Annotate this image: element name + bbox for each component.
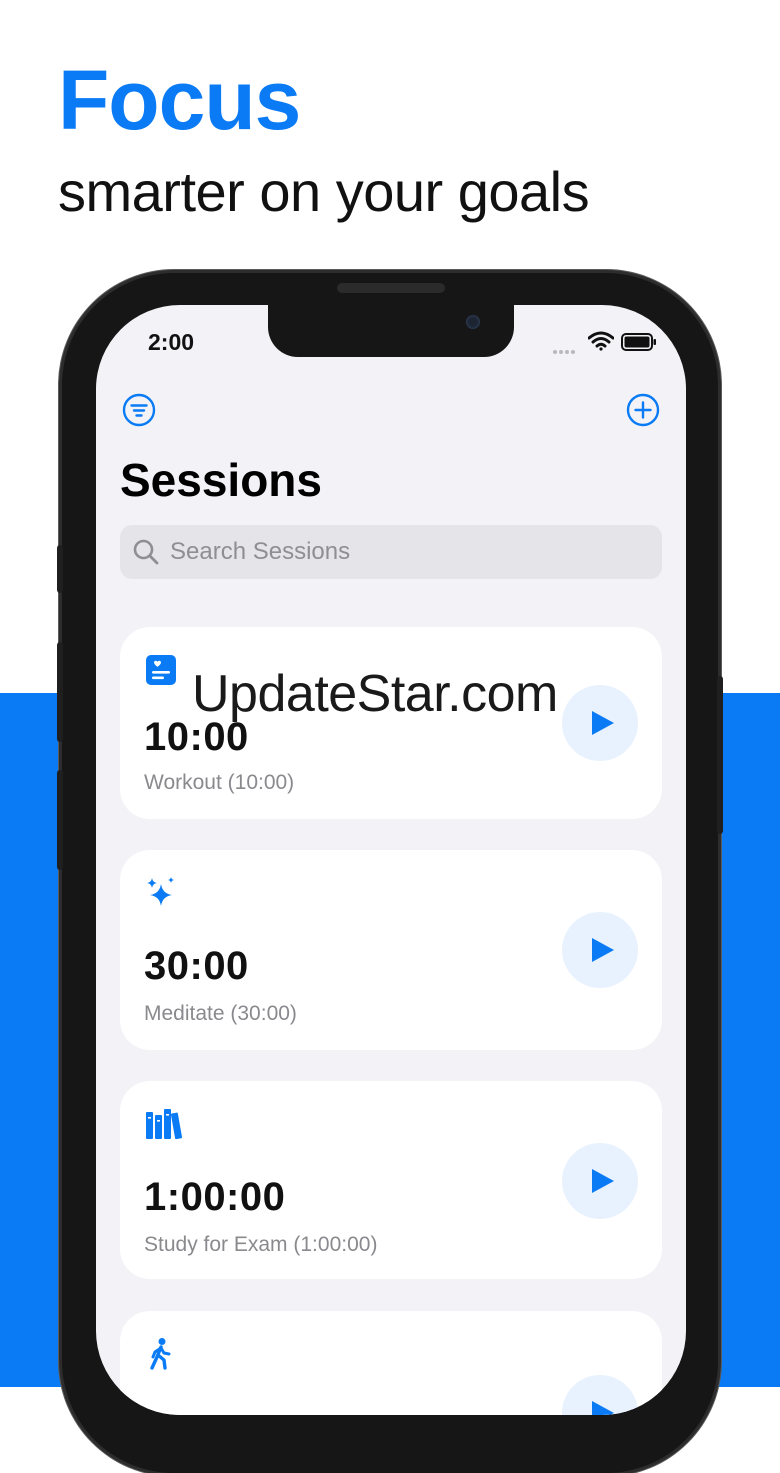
session-caption: Workout (10:00) [144, 771, 295, 794]
session-card[interactable] [120, 1311, 662, 1415]
session-caption: Meditate (30:00) [144, 1002, 297, 1025]
promo-headline: Focus [58, 53, 301, 147]
search-icon [133, 539, 159, 565]
session-duration: 30:00 [144, 944, 249, 988]
play-button[interactable] [562, 685, 638, 761]
search-bar[interactable] [120, 525, 662, 579]
play-icon [591, 1401, 614, 1415]
add-session-button[interactable] [624, 391, 662, 429]
status-time: 2:00 [148, 329, 195, 355]
plus-icon [626, 393, 660, 427]
play-button[interactable] [562, 1375, 638, 1415]
search-input[interactable] [168, 537, 632, 567]
phone-power-button [717, 676, 723, 834]
books-icon [146, 1109, 183, 1140]
session-card[interactable]: 1:00:00 Study for Exam (1:00:00) [120, 1081, 662, 1279]
phone-screen: 2:00 Sessions Search Sessions 10:00 Work… [96, 305, 686, 1415]
play-button[interactable] [562, 912, 638, 988]
phone-notch [268, 305, 514, 357]
play-icon [591, 1169, 614, 1193]
sparkles-icon [147, 877, 174, 906]
watermark-text: UpdateStar.com [192, 665, 558, 723]
play-button[interactable] [562, 1143, 638, 1219]
session-card[interactable]: 30:00 Meditate (30:00) [120, 850, 662, 1050]
page-title: Sessions [120, 454, 322, 506]
phone-silent-switch [57, 545, 63, 593]
phone-volume-down [57, 770, 63, 870]
walking-person-icon [150, 1338, 171, 1370]
play-icon [591, 938, 614, 962]
wifi-icon [587, 331, 615, 356]
battery-icon [621, 333, 657, 356]
heart-document-icon [146, 655, 176, 685]
session-caption: Study for Exam (1:00:00) [144, 1233, 378, 1256]
front-camera [466, 315, 480, 329]
phone-speaker [337, 283, 445, 293]
session-duration: 1:00:00 [144, 1175, 286, 1219]
phone-volume-up [57, 642, 63, 742]
promo-subheadline: smarter on your goals [58, 160, 590, 223]
filter-icon [122, 393, 156, 427]
play-icon [591, 711, 614, 735]
filter-button[interactable] [120, 391, 158, 429]
cellular-signal-icon [553, 341, 577, 359]
